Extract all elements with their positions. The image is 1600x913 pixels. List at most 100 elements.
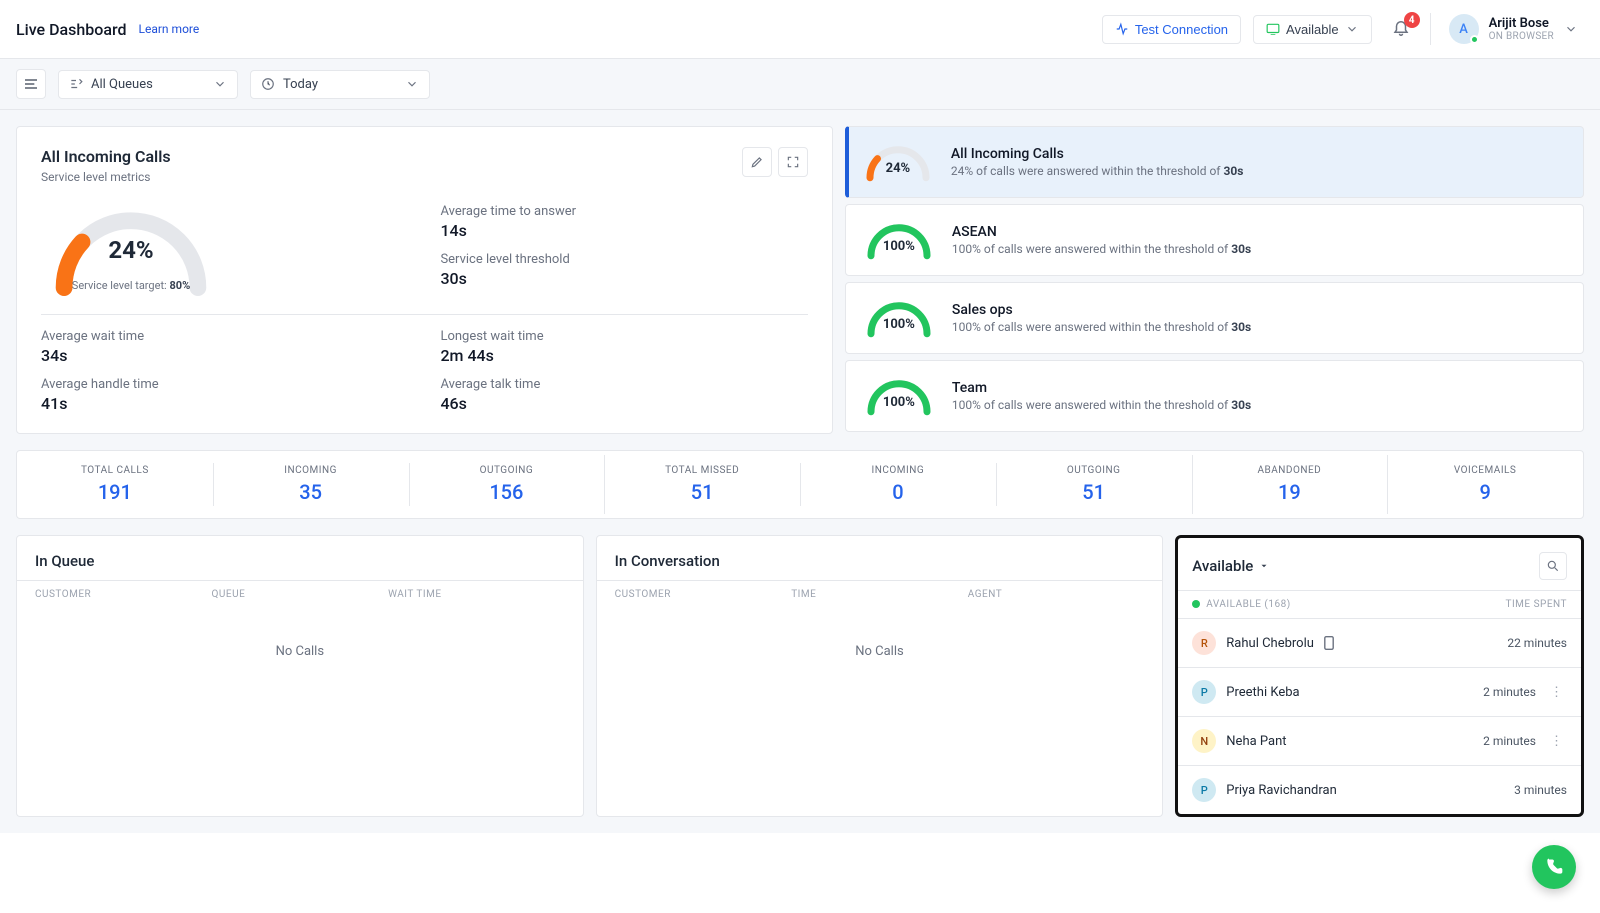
notifications-button[interactable]: 4 — [1384, 14, 1418, 44]
phone-icon — [1544, 857, 1564, 877]
empty-state: No Calls — [597, 608, 1163, 779]
metric-value: 2m 44s — [440, 346, 807, 365]
stat-value: 51 — [608, 480, 796, 504]
mini-gauge-value: 100% — [864, 317, 934, 332]
stat-cell[interactable]: TOTAL MISSED51 — [604, 451, 800, 518]
queue-row[interactable]: 100% Sales ops 100% of calls were answered… — [845, 282, 1584, 354]
profile-menu[interactable]: A Arijit Bose ON BROWSER — [1443, 12, 1584, 46]
queue-desc: 100% of calls were answered within the t… — [952, 320, 1251, 334]
monitor-icon — [1266, 23, 1280, 35]
column-header: CUSTOMER — [615, 589, 792, 600]
stat-label: INCOMING — [217, 465, 405, 476]
service-level-gauge: 24% Service level target: 80% — [41, 204, 221, 296]
column-header: QUEUE — [212, 589, 389, 600]
presence-dot-icon — [1470, 35, 1479, 44]
stat-cell[interactable]: OUTGOING 51 — [996, 451, 1192, 518]
mini-gauge-value: 24% — [863, 161, 933, 176]
mini-gauge: 100% — [864, 219, 934, 261]
kebab-icon[interactable]: ⋮ — [1546, 685, 1567, 700]
expand-button[interactable] — [778, 147, 808, 177]
panel-title: In Queue — [17, 536, 583, 580]
avatar: N — [1192, 729, 1216, 753]
top-bar: Live Dashboard Learn more Test Connectio… — [0, 0, 1600, 59]
service-level-card: All Incoming Calls Service level metrics… — [16, 126, 833, 434]
test-connection-button[interactable]: Test Connection — [1102, 15, 1241, 44]
learn-more-link[interactable]: Learn more — [139, 22, 200, 36]
stat-value: 0 — [804, 480, 992, 504]
stat-cell[interactable]: OUTGOING 156 — [409, 451, 605, 518]
chevron-down-icon — [213, 77, 227, 91]
panel-title: In Conversation — [597, 536, 1163, 580]
agent-row[interactable]: PPreethi Keba2 minutes⋮ — [1178, 667, 1581, 716]
time-column-header: TIME SPENT — [1506, 599, 1567, 610]
profile-name: Arijit Bose — [1489, 16, 1554, 31]
edit-button[interactable] — [742, 147, 772, 177]
metric-value: 14s — [440, 221, 807, 240]
column-header: CUSTOMER — [35, 589, 212, 600]
clock-icon — [261, 77, 275, 91]
notification-badge: 4 — [1404, 12, 1420, 28]
mini-gauge: 100% — [864, 297, 934, 339]
column-header: TIME — [791, 589, 968, 600]
queue-name: ASEAN — [952, 224, 1251, 240]
chevron-down-icon — [405, 77, 419, 91]
queue-list: 24%All Incoming Calls24% of calls were a… — [845, 126, 1584, 434]
agent-panel: Available AVAILABLE (168) TIME SPENT RRa… — [1175, 535, 1584, 817]
agent-time: 2 minutes — [1483, 685, 1536, 699]
queue-desc: 100% of calls were answered within the t… — [952, 398, 1251, 412]
queue-desc: 100% of calls were answered within the t… — [952, 242, 1251, 256]
menu-toggle-button[interactable] — [16, 69, 46, 99]
queue-name: Sales ops — [952, 302, 1251, 318]
stat-value: 156 — [413, 480, 601, 504]
stat-cell[interactable]: ABANDONED19 — [1192, 451, 1388, 518]
avatar: P — [1192, 778, 1216, 802]
status-selector[interactable]: Available — [1253, 15, 1372, 44]
stat-cell[interactable]: INCOMING35 — [213, 451, 409, 518]
gauge-target: Service level target: 80% — [41, 279, 221, 292]
page-title: Live Dashboard — [16, 20, 127, 39]
queue-row[interactable]: 100% ASEAN 100% of calls were answered wit… — [845, 204, 1584, 276]
stat-cell[interactable]: INCOMING0 — [800, 451, 996, 518]
column-header: AGENT — [968, 589, 1145, 600]
in-queue-panel: In Queue CUSTOMER QUEUE WAIT TIME No Cal… — [16, 535, 584, 817]
queue-row[interactable]: 100%Team100% of calls were answered with… — [845, 360, 1584, 432]
agent-name: Preethi Keba — [1226, 685, 1299, 700]
agent-row[interactable]: RRahul Chebrolu22 minutes — [1178, 618, 1581, 667]
kebab-icon[interactable]: ⋮ — [1546, 734, 1567, 749]
metric-label: Longest wait time — [440, 329, 807, 344]
dial-fab[interactable] — [1532, 845, 1576, 889]
stat-cell[interactable]: TOTAL CALLS191 — [17, 451, 213, 518]
queue-filter-select[interactable]: All Queues — [58, 70, 238, 99]
metric-value: 34s — [41, 346, 408, 365]
agent-status-filter[interactable]: Available — [1192, 557, 1253, 575]
divider — [1430, 13, 1431, 45]
mini-gauge: 100% — [864, 375, 934, 417]
chevron-down-icon — [1564, 22, 1578, 36]
status-dot-icon — [1192, 600, 1200, 608]
time-filter-select[interactable]: Today — [250, 70, 430, 99]
empty-state: No Calls — [17, 608, 583, 779]
sl-subtitle: Service level metrics — [41, 170, 808, 184]
metric-label: Average handle time — [41, 377, 408, 392]
pencil-icon — [750, 155, 764, 169]
metric-label: Service level threshold — [440, 252, 807, 267]
mobile-icon — [1324, 636, 1334, 650]
queue-row[interactable]: 24%All Incoming Calls24% of calls were a… — [845, 126, 1584, 198]
agent-time: 22 minutes — [1507, 636, 1567, 650]
stat-label: OUTGOING — [1000, 465, 1188, 476]
agent-row[interactable]: PPriya Ravichandran3 minutes — [1178, 765, 1581, 814]
metric-label: Average talk time — [440, 377, 807, 392]
stat-value: 51 — [1000, 480, 1188, 504]
agent-search-button[interactable] — [1539, 552, 1567, 580]
stat-value: 191 — [21, 480, 209, 504]
activity-icon — [1115, 22, 1129, 36]
metric-label: Average time to answer — [440, 204, 807, 219]
profile-sub: ON BROWSER — [1489, 31, 1554, 42]
metric-value: 46s — [440, 394, 807, 413]
stat-label: OUTGOING — [413, 465, 601, 476]
agent-row[interactable]: NNeha Pant2 minutes⋮ — [1178, 716, 1581, 765]
mini-gauge: 24% — [863, 141, 933, 183]
agent-sub-label: AVAILABLE (168) — [1192, 599, 1290, 610]
in-conversation-panel: In Conversation CUSTOMER TIME AGENT No C… — [596, 535, 1164, 817]
stat-cell[interactable]: VOICEMAILS9 — [1387, 451, 1583, 518]
